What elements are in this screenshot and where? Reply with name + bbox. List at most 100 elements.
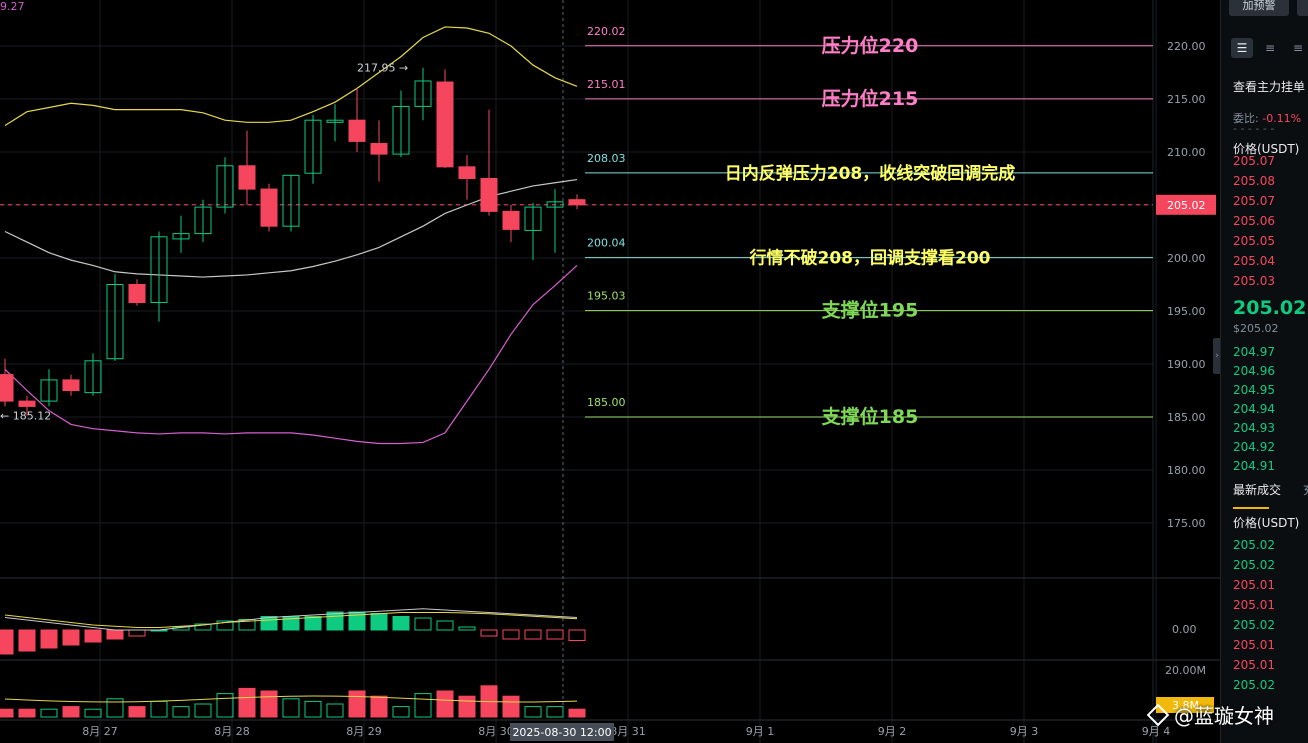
level-value-label: 208.03: [587, 152, 626, 165]
volume-bar: [62, 706, 80, 718]
tab-latest-trades[interactable]: 最新成交: [1233, 481, 1281, 498]
current-price-tag: 205.02: [1167, 199, 1206, 212]
volume-bar: [436, 690, 454, 718]
price-axis-label: 195.00: [1167, 305, 1206, 318]
trade-row[interactable]: 205.02: [1233, 618, 1275, 632]
trade-row[interactable]: 205.02: [1233, 558, 1275, 572]
candle-body-down: [480, 178, 498, 212]
price-axis-label: 180.00: [1167, 464, 1206, 477]
level-value-label: 220.02: [587, 25, 626, 38]
macd-histogram-bar: [480, 629, 498, 637]
macd-histogram-bar: [546, 629, 564, 640]
volume-bar: [84, 708, 102, 718]
tab-secondary[interactable]: 充: [1303, 481, 1308, 498]
both-sides-view-icon[interactable]: ☰: [1231, 38, 1253, 58]
macd-histogram-bar: [0, 629, 14, 655]
candle-body-down: [568, 199, 586, 206]
date-label: 8月 30: [478, 725, 514, 738]
candle-body-down: [62, 379, 80, 391]
low-price-label: ← 185.12: [0, 410, 51, 423]
volume-bar: [458, 695, 476, 718]
ask-row[interactable]: 205.07: [1233, 194, 1275, 208]
volume-bar: [194, 703, 212, 718]
watermark-logo-icon: [1146, 703, 1170, 726]
bid-row[interactable]: 204.93: [1233, 421, 1275, 435]
date-label: 9月 1: [746, 725, 775, 738]
volume-bar: [502, 695, 520, 718]
watermark-text: @蓝璇女神: [1174, 704, 1274, 728]
active-tab-indicator: [1233, 507, 1269, 509]
high-price-label: 217.95 →: [357, 62, 408, 75]
volume-bar: [260, 690, 278, 718]
bid-row[interactable]: 204.95: [1233, 383, 1275, 397]
add-alert-button[interactable]: 加预警: [1229, 0, 1289, 16]
orderbook-sidebar: 加预警 ☰ ≡ ≡ 查看主力挂单 委比: -0.11% - - - - - - …: [1220, 0, 1308, 743]
price-axis-label: 200.00: [1167, 252, 1206, 265]
trade-row[interactable]: 205.02: [1233, 538, 1275, 552]
volume-bar: [150, 700, 168, 718]
trade-row[interactable]: 205.01: [1233, 638, 1275, 652]
price-axis-label: 210.00: [1167, 146, 1206, 159]
ask-row[interactable]: 205.03: [1233, 274, 1275, 288]
trade-row[interactable]: 205.01: [1233, 598, 1275, 612]
volume-bar: [18, 708, 36, 718]
candle-body-down: [18, 400, 36, 407]
bids-view-icon[interactable]: ≡: [1259, 38, 1281, 58]
asks-view-icon[interactable]: ≡: [1287, 38, 1308, 58]
ask-row[interactable]: 205.07: [1233, 154, 1275, 168]
macd-histogram-bar: [524, 629, 542, 640]
bid-row[interactable]: 204.96: [1233, 364, 1275, 378]
orderbook-view-toggles: ☰ ≡ ≡: [1231, 38, 1308, 58]
trades-price-header: 价格(USDT): [1233, 516, 1300, 530]
last-price-usd: $205.02: [1233, 322, 1279, 335]
candle-body-down: [260, 188, 278, 227]
volume-bar: [568, 708, 586, 718]
macd-histogram-bar: [40, 629, 58, 649]
volume-bar: [128, 706, 146, 718]
candle-body-down: [458, 166, 476, 179]
volume-bar: [304, 700, 322, 718]
level-value-label: 215.01: [587, 78, 626, 91]
candle-body-down: [238, 165, 256, 190]
volume-bar: [326, 703, 344, 718]
candle-body-down: [436, 81, 454, 168]
candle-body-down: [502, 210, 520, 230]
volume-bar: [238, 687, 256, 718]
volume-bar: [172, 706, 190, 718]
level-value-label: 185.00: [587, 396, 626, 409]
price-axis-label: 185.00: [1167, 411, 1206, 424]
volume-bar: [370, 695, 388, 718]
macd-histogram-bar: [106, 629, 124, 640]
volume-bar: [282, 698, 300, 718]
price-axis-label: 215.00: [1167, 93, 1206, 106]
ratio-dots: - - - - - -: [1233, 122, 1275, 135]
level-value-label: 195.03: [587, 290, 626, 303]
ask-row[interactable]: 205.04: [1233, 254, 1275, 268]
volume-bar: [414, 693, 432, 718]
macd-histogram-bar: [414, 617, 432, 631]
macd-histogram-bar: [436, 620, 454, 631]
last-price: 205.02: [1233, 297, 1307, 319]
trade-row[interactable]: 205.01: [1233, 658, 1275, 672]
ask-row[interactable]: 205.05: [1233, 234, 1275, 248]
bid-row[interactable]: 204.94: [1233, 402, 1275, 416]
bid-row[interactable]: 204.91: [1233, 459, 1275, 473]
trade-row[interactable]: 205.01: [1233, 578, 1275, 592]
candle-body-down: [370, 143, 388, 155]
macd-histogram-bar: [568, 629, 586, 641]
volume-bar: [216, 693, 234, 718]
macd-histogram-bar: [502, 629, 520, 640]
macd-histogram-bar: [62, 629, 80, 646]
ask-row[interactable]: 205.06: [1233, 214, 1275, 228]
ask-row[interactable]: 205.08: [1233, 174, 1275, 188]
date-label: 8月 28: [214, 725, 250, 738]
bid-row[interactable]: 204.97: [1233, 345, 1275, 359]
bid-row[interactable]: 204.92: [1233, 440, 1275, 454]
trade-row[interactable]: 205.02: [1233, 678, 1275, 692]
settings-button[interactable]: [1297, 0, 1308, 16]
date-label: 8月 31: [610, 725, 646, 738]
view-main-orders-link[interactable]: 查看主力挂单: [1233, 78, 1305, 95]
level-annotation: 日内反弹压力208，收线突破回调完成: [725, 163, 1016, 184]
price-chart[interactable]: 220.00215.00210.00205.00200.00195.00190.…: [0, 0, 1220, 743]
price-axis-label: 220.00: [1167, 40, 1206, 53]
